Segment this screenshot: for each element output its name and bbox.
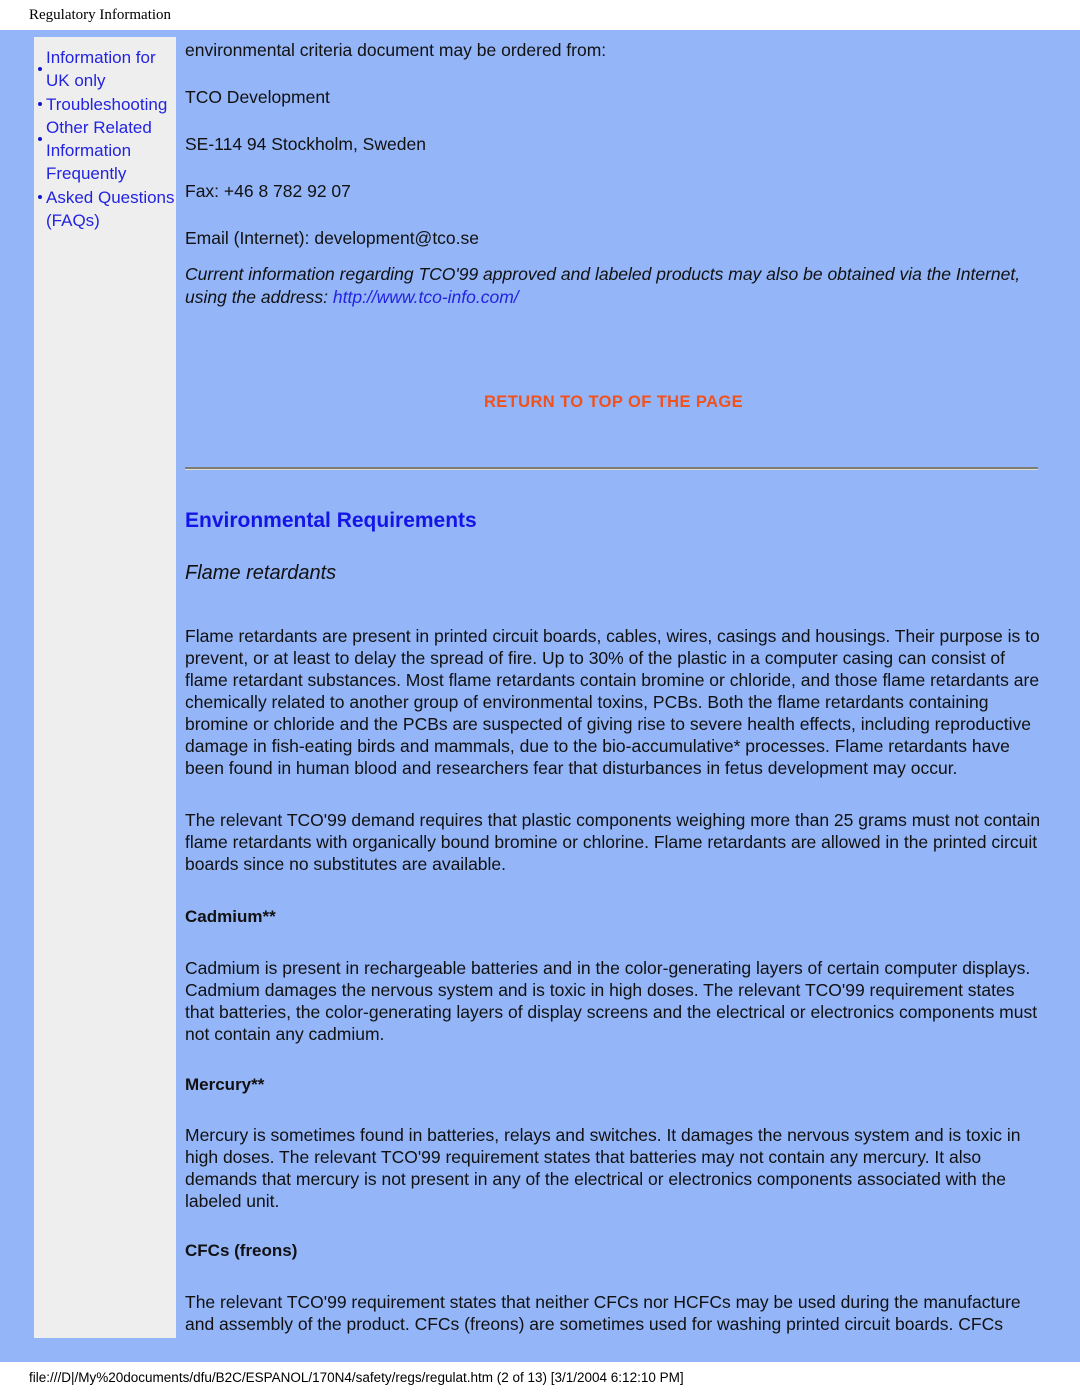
sidebar-nav: Information for UK only Troubleshooting … [34, 37, 176, 1338]
paragraph-cfcs: The relevant TCO'99 requirement states t… [185, 1292, 1021, 1334]
sidebar-item-label: Frequently Asked Questions (FAQs) [46, 164, 175, 231]
bullet-icon [38, 137, 42, 142]
tco-internet-note-text: Current information regarding TCO'99 app… [185, 264, 1021, 307]
sidebar-item-label: Troubleshooting [46, 94, 168, 114]
paragraph-mercury: Mercury is sometimes found in batteries,… [185, 1125, 1021, 1211]
bullet-icon [38, 195, 42, 200]
sidebar-item-label: Other Related Information [46, 117, 152, 161]
address-line-organization: TCO Development [185, 87, 330, 107]
paragraph-cadmium: Cadmium is present in rechargeable batte… [185, 958, 1038, 1044]
tco-info-link[interactable]: http://www.tco-info.com/ [333, 287, 519, 307]
address-line-fax: Fax: +46 8 782 92 07 [185, 181, 351, 201]
intro-line: environmental criteria document may be o… [185, 40, 607, 60]
sidebar-item-label: Information for UK only [46, 48, 156, 91]
paragraph-flame-retardants-2: The relevant TCO'99 demand requires that… [185, 810, 1041, 874]
section-heading-environmental-requirements: Environmental Requirements [185, 509, 477, 532]
subsection-heading-flame-retardants: Flame retardants [185, 562, 337, 584]
tco-internet-note: Current information regarding TCO'99 app… [185, 263, 1042, 309]
return-to-top-link[interactable]: RETURN TO TOP OF THE PAGE [185, 393, 1042, 412]
bullet-icon [38, 102, 42, 107]
bullet-icon [38, 67, 42, 72]
print-footer-path: file:///D|/My%20documents/dfu/B2C/ESPANO… [0, 1362, 1080, 1397]
main-content: environmental criteria document may be o… [185, 30, 1042, 1335]
paragraph-flame-retardants-1: Flame retardants are present in printed … [185, 626, 1040, 778]
sidebar-item-other-related-information[interactable]: Other Related Information [34, 116, 176, 163]
heading-mercury: Mercury** [185, 1075, 265, 1094]
page-canvas: Information for UK only Troubleshooting … [0, 30, 1080, 1362]
heading-cfcs: CFCs (freons) [185, 1241, 298, 1260]
sidebar-item-troubleshooting[interactable]: Troubleshooting [34, 93, 176, 116]
sidebar-item-frequently-asked-questions[interactable]: Frequently Asked Questions (FAQs) [34, 162, 176, 232]
sidebar-nav-list: Information for UK only Troubleshooting … [34, 37, 176, 232]
address-line-city: SE-114 94 Stockholm, Sweden [185, 134, 426, 154]
sidebar-item-information-for-uk-only[interactable]: Information for UK only [34, 46, 176, 93]
print-header-title: Regulatory Information [0, 0, 1080, 30]
heading-cadmium: Cadmium** [185, 907, 276, 926]
address-line-email: Email (Internet): development@tco.se [185, 228, 480, 248]
